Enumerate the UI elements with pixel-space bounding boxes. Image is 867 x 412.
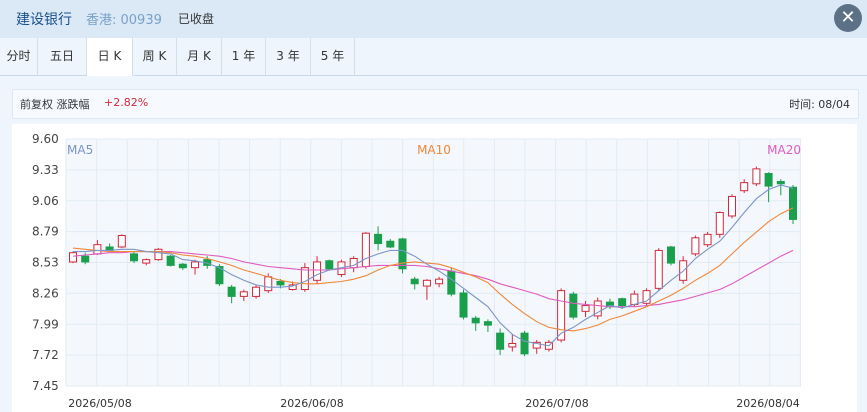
candle-body bbox=[69, 252, 77, 263]
title-bar: 建设银行 香港: 00939 已收盘 ✕ bbox=[0, 0, 867, 38]
x-tick-label: 2026/06/08 bbox=[280, 397, 343, 410]
tab-1-year[interactable]: 1 年 bbox=[222, 38, 266, 75]
candle-body bbox=[618, 298, 627, 307]
candle-body bbox=[459, 292, 468, 318]
legend-ma10: MA10 bbox=[417, 143, 451, 157]
y-tick-label: 7.45 bbox=[32, 379, 59, 393]
candle-body bbox=[691, 237, 700, 255]
tab-5-year[interactable]: 5 年 bbox=[311, 38, 355, 75]
candle-body bbox=[569, 293, 578, 318]
candle-body bbox=[789, 186, 797, 220]
candle-body bbox=[361, 232, 370, 268]
candle-body bbox=[740, 182, 749, 192]
kline-chart[interactable]: 9.60 9.33 9.06 8.79 8.53 8.26 7.99 7.72 7.45 2026… bbox=[12, 124, 857, 412]
tab-intraday[interactable]: 分时 bbox=[0, 38, 38, 75]
candle-body bbox=[374, 233, 383, 245]
candle-body bbox=[715, 212, 724, 235]
candle-body bbox=[252, 286, 261, 297]
candle-body bbox=[630, 293, 639, 305]
y-tick-label: 8.26 bbox=[32, 286, 59, 300]
candle-body bbox=[227, 286, 236, 297]
info-bar: 前复权 涨跌幅 +2.82% 时间: 08/04 bbox=[12, 89, 859, 119]
candle-body bbox=[191, 261, 200, 269]
candle-body bbox=[178, 263, 187, 269]
y-tick-label: 8.53 bbox=[32, 256, 59, 270]
tab-monthly-k[interactable]: 月 K bbox=[177, 38, 222, 75]
candle-body bbox=[300, 267, 309, 290]
candle-body bbox=[166, 255, 175, 266]
candle-body bbox=[130, 253, 139, 262]
y-tick-label: 7.99 bbox=[32, 317, 59, 331]
candle-body bbox=[581, 305, 590, 312]
time-label: 时间: 08/04 bbox=[789, 98, 850, 111]
y-tick-label: 9.60 bbox=[32, 132, 59, 146]
candle-body bbox=[422, 279, 431, 287]
x-tick-label: 2026/07/08 bbox=[525, 397, 588, 410]
tab-five-day[interactable]: 五日 bbox=[38, 38, 87, 75]
x-tick-label: 2026/05/08 bbox=[68, 397, 131, 410]
candle-body bbox=[93, 244, 102, 255]
candle-body bbox=[81, 255, 90, 263]
candle-body bbox=[703, 233, 712, 246]
market-status: 已收盘 bbox=[178, 12, 215, 26]
candle-body bbox=[447, 270, 456, 295]
candle-body bbox=[386, 240, 395, 248]
candle-body bbox=[264, 276, 273, 292]
candle-body bbox=[776, 181, 785, 185]
candle-body bbox=[471, 317, 480, 324]
y-tick-label: 9.06 bbox=[32, 194, 59, 208]
candle-body bbox=[764, 172, 773, 187]
candle-body bbox=[398, 238, 407, 270]
candle-body bbox=[117, 235, 126, 248]
market-code: 香港: 00939 bbox=[86, 13, 162, 28]
candle-body bbox=[727, 195, 736, 217]
candle-body bbox=[276, 280, 285, 286]
candle-body bbox=[435, 278, 444, 285]
candle-body bbox=[410, 278, 419, 285]
candle-body bbox=[325, 260, 334, 270]
tab-3-year[interactable]: 3 年 bbox=[266, 38, 311, 75]
candle-body bbox=[752, 168, 761, 185]
change-percent: +2.82% bbox=[104, 96, 149, 109]
adjust-label: 前复权 涨跌幅 bbox=[20, 98, 90, 111]
legend-ma5: MA5 bbox=[67, 143, 93, 157]
y-tick-label: 8.79 bbox=[32, 225, 59, 239]
x-tick-label: 2026/08/04 bbox=[736, 397, 799, 410]
tab-weekly-k[interactable]: 周 K bbox=[133, 38, 177, 75]
kline-svg: 9.60 9.33 9.06 8.79 8.53 8.26 7.99 7.72 7.45 2026… bbox=[32, 132, 801, 410]
y-tick-label: 9.33 bbox=[32, 163, 59, 177]
candle-body bbox=[508, 342, 517, 348]
stock-name: 建设银行 bbox=[16, 12, 72, 28]
y-tick-label: 7.72 bbox=[32, 348, 59, 362]
tab-daily-k[interactable]: 日 K bbox=[87, 38, 133, 76]
candle-body bbox=[483, 321, 492, 326]
legend-ma20: MA20 bbox=[767, 143, 801, 157]
candle-body bbox=[666, 246, 675, 264]
candle-body bbox=[239, 291, 248, 297]
candle-body bbox=[142, 259, 151, 264]
close-icon[interactable]: ✕ bbox=[834, 4, 862, 32]
candle-body bbox=[520, 332, 529, 355]
candle-body bbox=[154, 248, 163, 261]
candle-body bbox=[496, 332, 505, 350]
period-tabs: 分时 五日 日 K 周 K 月 K 1 年 3 年 5 年 bbox=[0, 38, 867, 76]
candle-body bbox=[313, 261, 322, 281]
candle-body bbox=[654, 249, 663, 289]
